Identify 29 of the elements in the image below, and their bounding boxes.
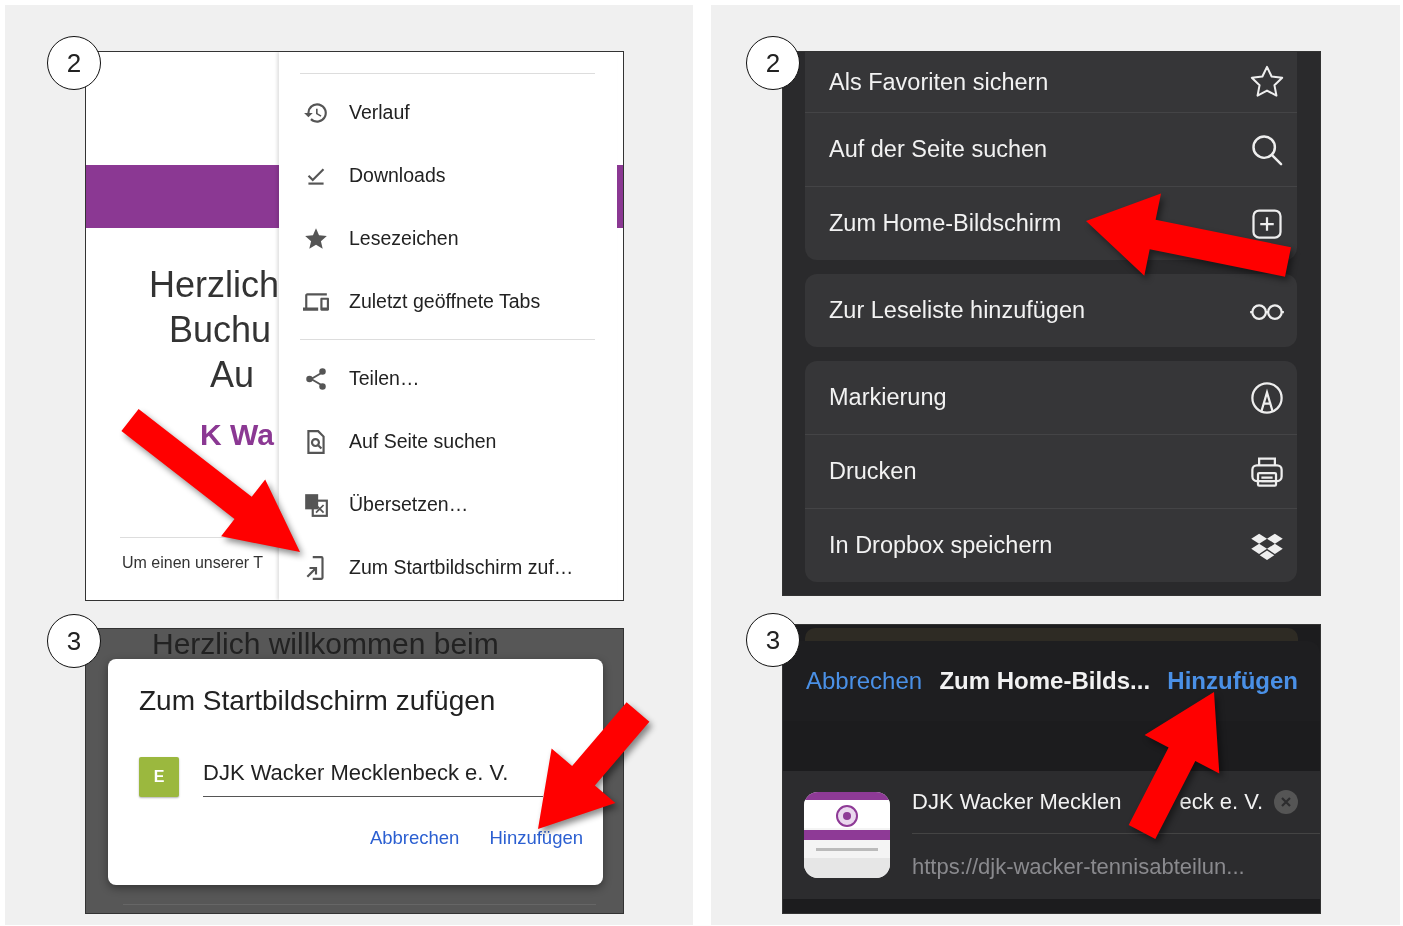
sheet-title: Zum Home-Bilds... <box>939 667 1151 695</box>
dialog-title: Zum Startbildschirm zufügen <box>139 685 496 717</box>
name-field[interactable]: DJK Wacker Mecklenbeck e. V. <box>203 757 543 797</box>
menu-item[interactable]: Auf der Seite suchen <box>805 112 1297 186</box>
add-button[interactable]: Hinzufügen <box>1167 667 1298 695</box>
menu-item[interactable]: Lesezeichen <box>301 207 617 270</box>
heading-text: Au <box>209 353 254 397</box>
menu-item[interactable]: Teilen… <box>301 347 617 410</box>
menu-item[interactable]: Verlauf <box>301 81 617 144</box>
club-name: K Wa <box>200 417 274 453</box>
heading-text: Buchu <box>168 308 271 352</box>
menu-item[interactable]: Markierung <box>805 361 1297 434</box>
menu-item[interactable]: Zum Startbildschirm zuf… <box>301 536 617 599</box>
menu-item[interactable]: Übersetzen… <box>301 473 617 536</box>
menu-item[interactable]: Zuletzt geöffnete Tabs <box>301 270 617 333</box>
menu-item[interactable]: Zur Leseliste hinzufügen <box>805 274 1297 347</box>
menu-item[interactable]: Als Favoriten sichern <box>805 52 1297 112</box>
menu-item[interactable]: Drucken <box>805 434 1297 508</box>
menu-item[interactable]: Auf Seite suchen <box>301 410 617 473</box>
menu-item[interactable]: Downloads <box>301 144 617 207</box>
site-icon: E <box>139 757 179 797</box>
menu-item[interactable]: In Dropbox speichern <box>805 508 1297 582</box>
intro-text: Um einen unserer T <box>122 554 264 572</box>
heading-text: Herzlich <box>148 263 279 307</box>
url-text: https://djk-wacker-tennisabteilun... <box>912 854 1246 880</box>
name-field[interactable]: DJK Wacker Mecklen eck e. V. <box>912 789 1264 815</box>
dialog-button[interactable]: Abbrechen <box>369 823 460 853</box>
cancel-button[interactable]: Abbrechen <box>806 667 923 695</box>
dialog-button[interactable]: Hinzufügen <box>489 823 583 853</box>
